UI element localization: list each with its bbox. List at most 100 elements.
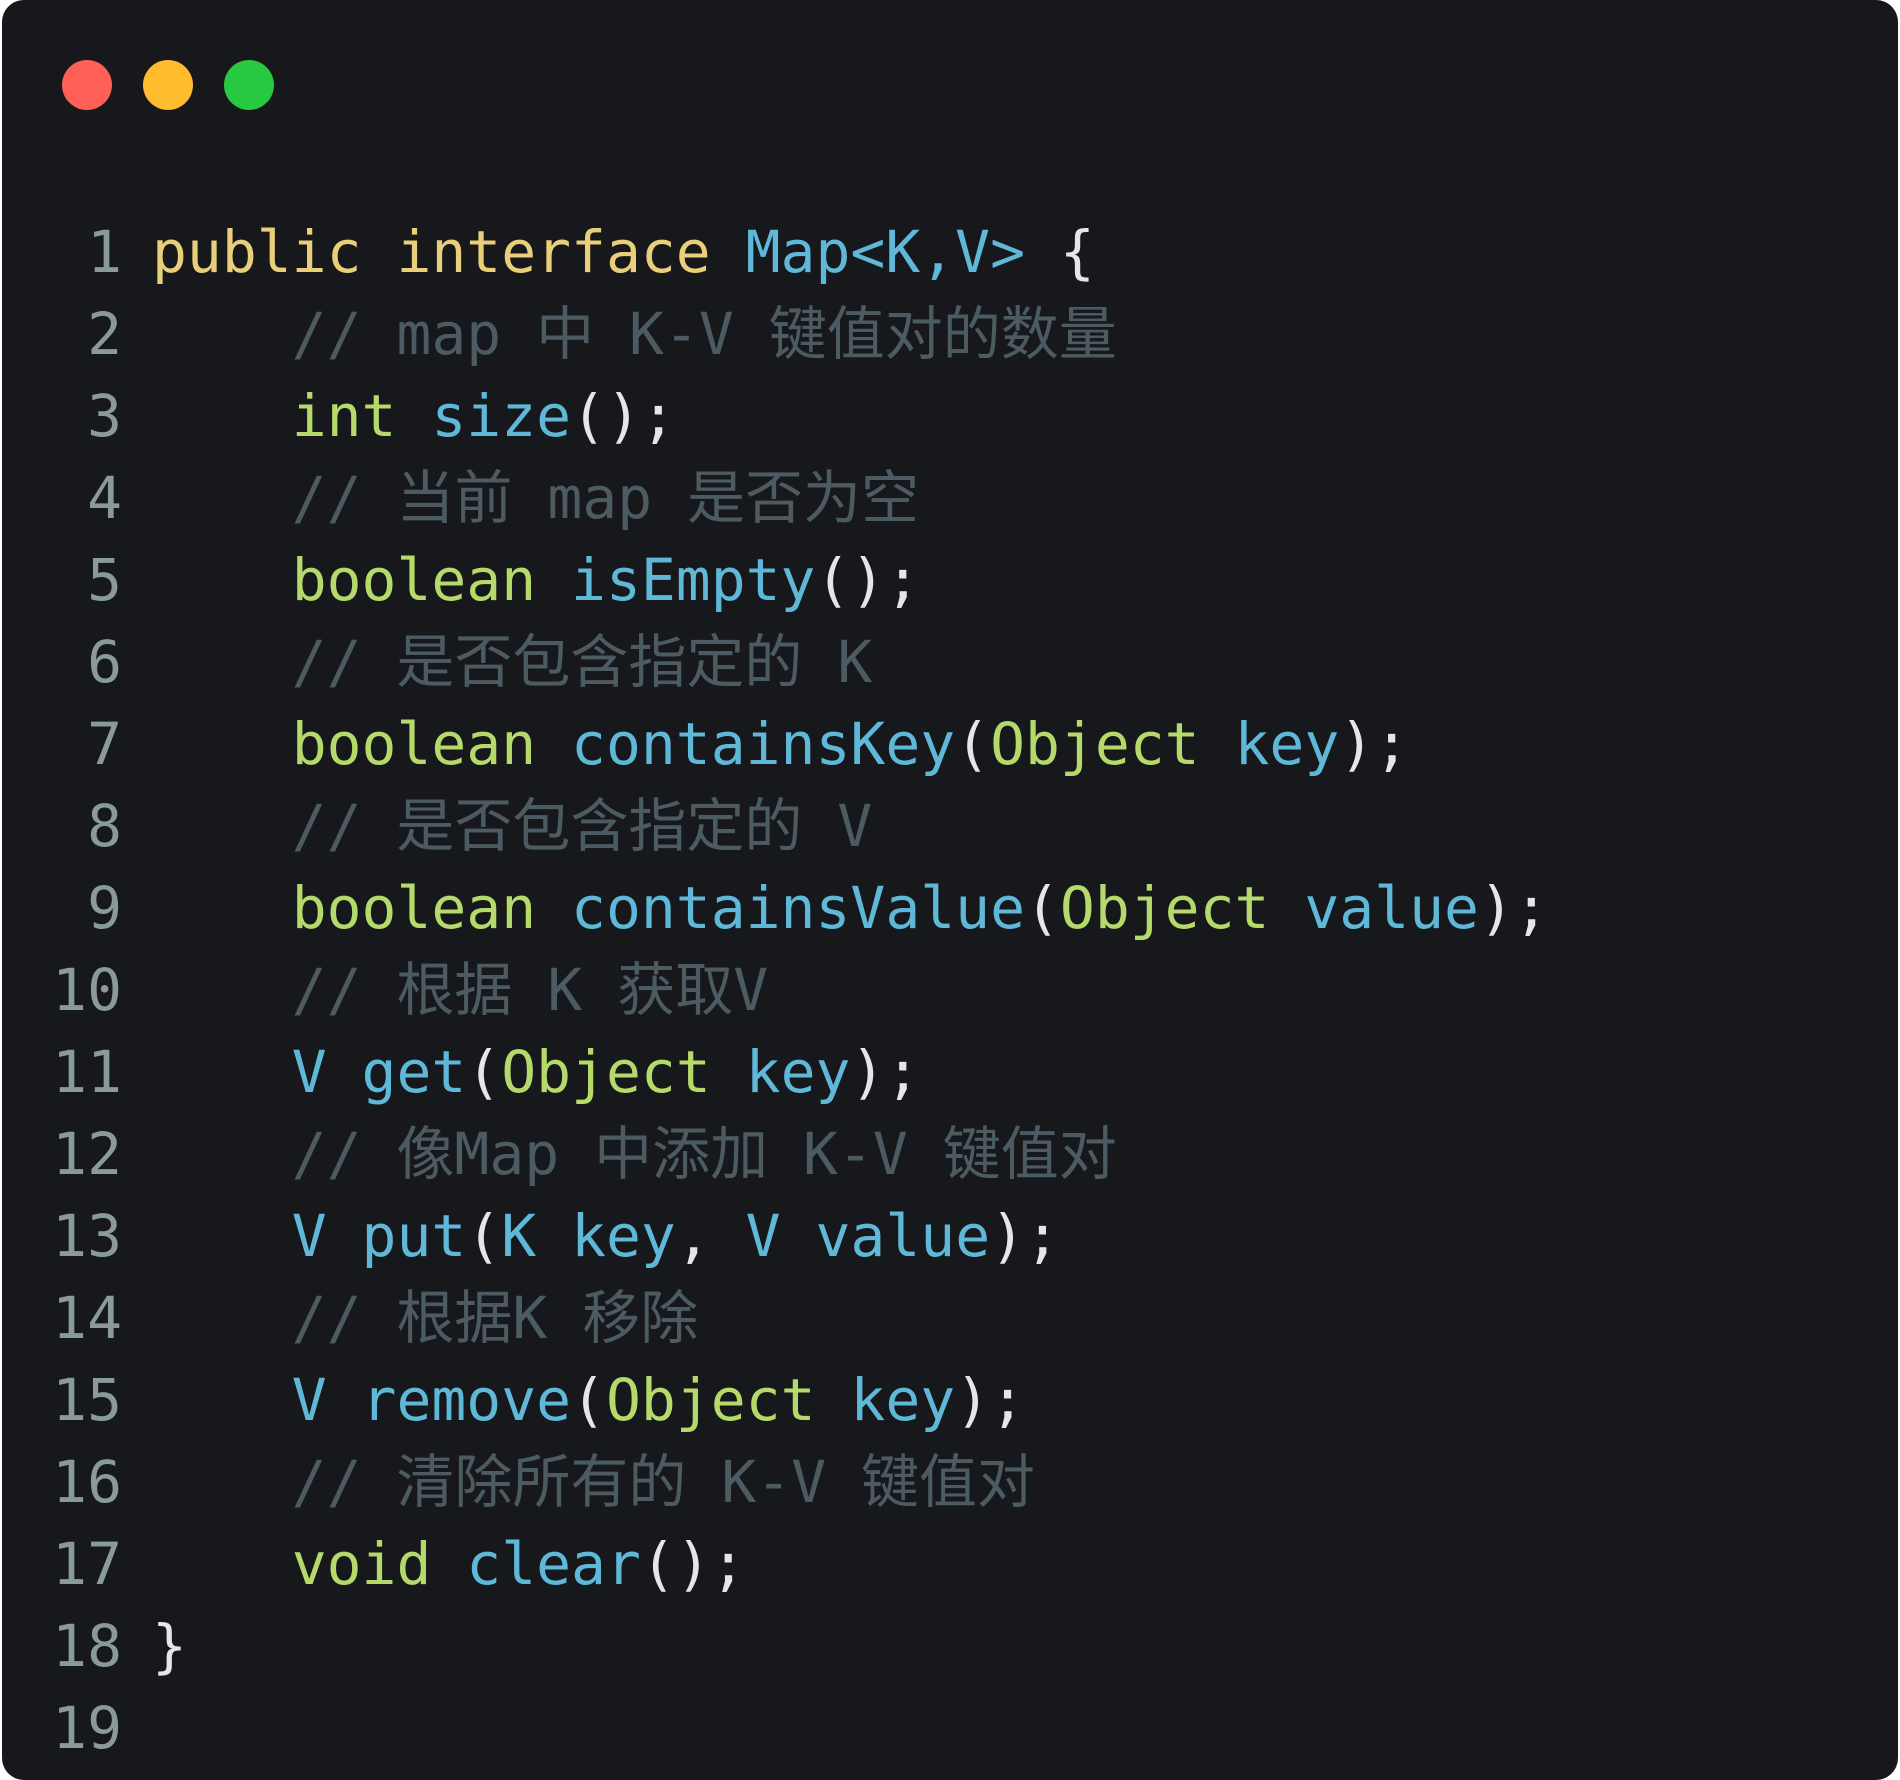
code-token: V — [745, 1202, 781, 1270]
code-token: ); — [990, 1202, 1060, 1270]
zoom-button[interactable] — [224, 60, 274, 110]
line-source: V get(Object key); — [152, 1031, 921, 1113]
code-token: key — [745, 1038, 851, 1106]
code-token: get — [361, 1038, 467, 1106]
code-token: put — [361, 1202, 467, 1270]
line-source: boolean containsKey(Object key); — [152, 703, 1409, 785]
line-number: 6 — [87, 628, 122, 696]
line-number: 16 — [52, 1448, 122, 1516]
code-token: (); — [815, 546, 921, 614]
code-token: K — [501, 1202, 537, 1270]
minimize-button[interactable] — [143, 60, 193, 110]
code-token: // 根据K 移除 — [152, 1284, 699, 1352]
code-token: // 像Map 中添加 K-V 键值对 — [152, 1120, 1117, 1188]
code-token: { — [1025, 218, 1095, 286]
line-number: 15 — [52, 1366, 122, 1434]
code-token: V — [291, 1038, 327, 1106]
code-line: 13 V put(K key, V value); — [2, 1195, 1549, 1277]
code-token: ); — [850, 1038, 921, 1106]
line-number: 8 — [87, 792, 122, 860]
code-line: 4 // 当前 map 是否为空 — [2, 457, 1549, 539]
code-line: 10 // 根据 K 获取V — [2, 949, 1549, 1031]
code-line: 9 boolean containsValue(Object value); — [2, 867, 1549, 949]
code-line: 16 // 清除所有的 K-V 键值对 — [2, 1441, 1549, 1523]
code-token: , — [675, 1202, 746, 1270]
code-token: Object — [1059, 874, 1270, 942]
code-token: boolean — [291, 546, 537, 614]
line-number: 5 — [87, 546, 122, 614]
code-token: Object — [605, 1366, 816, 1434]
code-token: value — [815, 1202, 991, 1270]
line-number: 19 — [52, 1694, 122, 1762]
code-token: boolean — [291, 710, 537, 778]
line-number: 14 — [52, 1284, 122, 1352]
line-source: // 是否包含指定的 V — [152, 785, 873, 867]
code-token: V — [291, 1202, 327, 1270]
line-source: } — [152, 1605, 187, 1687]
code-token: } — [152, 1612, 187, 1680]
code-token: boolean — [291, 874, 537, 942]
line-number: 18 — [52, 1612, 122, 1680]
code-line: 15 V remove(Object key); — [2, 1359, 1549, 1441]
code-line: 17 void clear(); — [2, 1523, 1549, 1605]
close-button[interactable] — [62, 60, 112, 110]
code-token: ( — [466, 1202, 502, 1270]
line-number: 12 — [52, 1120, 122, 1188]
code-token: ( — [466, 1038, 502, 1106]
code-token: Object — [990, 710, 1200, 778]
line-source: int size(); — [152, 375, 676, 457]
line-source: boolean containsValue(Object value); — [152, 867, 1549, 949]
code-token: containsValue — [571, 874, 1025, 942]
code-token: // 根据 K 获取V — [152, 956, 769, 1024]
line-number: 10 — [52, 956, 122, 1024]
code-token: containsKey — [571, 710, 956, 778]
code-token: ); — [955, 1366, 1026, 1434]
line-source: // 当前 map 是否为空 — [152, 457, 919, 539]
code-line: 19 — [2, 1687, 1549, 1769]
code-token: ); — [1478, 874, 1549, 942]
code-token: void — [291, 1530, 432, 1598]
line-number: 2 — [87, 300, 122, 368]
code-line: 12 // 像Map 中添加 K-V 键值对 — [2, 1113, 1549, 1195]
code-block: 1 public interface Map<K,V> {2 // map 中 K… — [2, 211, 1549, 1769]
code-token: Object — [501, 1038, 711, 1106]
code-token: (); — [640, 1530, 746, 1598]
line-source: // 清除所有的 K-V 键值对 — [152, 1441, 1035, 1523]
code-token: key — [850, 1366, 956, 1434]
code-token: key — [571, 1202, 676, 1270]
line-number: 3 — [87, 382, 122, 450]
code-token: (); — [571, 382, 676, 450]
code-token: // 清除所有的 K-V 键值对 — [152, 1448, 1036, 1516]
line-source: // 根据 K 获取V — [152, 949, 768, 1031]
line-source: // 根据K 移除 — [152, 1277, 699, 1359]
code-token: public — [152, 218, 362, 286]
code-line: 6 // 是否包含指定的 K — [2, 621, 1549, 703]
code-token: clear — [466, 1530, 641, 1598]
code-line: 3 int size(); — [2, 375, 1549, 457]
line-source: // 像Map 中添加 K-V 键值对 — [152, 1113, 1117, 1195]
code-token: int — [291, 382, 397, 450]
code-token: key — [1234, 710, 1340, 778]
code-token: ); — [1339, 710, 1410, 778]
